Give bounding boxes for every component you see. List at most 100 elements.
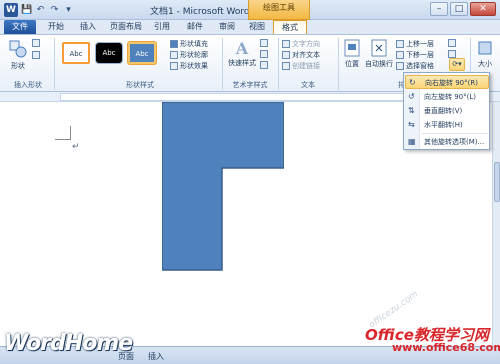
position-label: 位置 (345, 60, 359, 68)
rotate-left-icon: ↺ (408, 92, 415, 101)
shape-fill-button[interactable]: 形状填充 (170, 39, 208, 49)
size-label: 大小 (478, 60, 492, 68)
menu-separator (422, 133, 488, 134)
window-title: 文档1 - Microsoft Word (150, 7, 250, 17)
wordart-a-icon: A (235, 39, 249, 58)
l-shape-path[interactable] (162, 102, 284, 271)
text-fill-icon (260, 39, 268, 47)
menu-item-flip-vertical[interactable]: ⇅ 垂直翻转(V) (405, 104, 489, 118)
ribbon-separator (338, 38, 339, 90)
undo-icon[interactable]: ↶ (35, 5, 46, 16)
ribbon-separator (278, 38, 279, 90)
fill-bucket-icon (170, 40, 178, 48)
edit-shape-button[interactable] (32, 39, 40, 47)
text-outline-button[interactable] (260, 50, 268, 58)
menu-item-rotate-right[interactable]: ↻ 向右旋转 90°(R) (405, 75, 489, 89)
selection-pane-button[interactable]: 选择窗格 (396, 61, 434, 71)
text-outline-icon (260, 50, 268, 58)
create-link-button[interactable]: 创建链接 (282, 61, 320, 71)
menu-item-more-rotation[interactable]: ▦ 其他旋转选项(M)... (405, 135, 489, 149)
tab-home[interactable]: 开始 (42, 20, 70, 34)
effects-icon (170, 62, 178, 70)
quick-styles-button[interactable]: A 快速样式 (226, 39, 258, 68)
rotate-button[interactable]: ⟳▾ (449, 58, 465, 71)
flip-horizontal-icon: ⇆ (408, 120, 415, 129)
quick-access-toolbar: W 💾 ↶ ↷ ▾ (4, 3, 74, 17)
minimize-button[interactable]: – (430, 2, 448, 16)
text-fill-button[interactable] (260, 39, 268, 47)
group-label-insert-shapes: 插入形状 (14, 81, 42, 89)
position-button[interactable]: 位置 (341, 39, 363, 69)
vertical-scrollbar[interactable] (492, 102, 500, 346)
shape-style-1[interactable]: Abc (62, 42, 90, 64)
text-effects-icon (260, 61, 268, 69)
send-backward-icon (396, 51, 404, 59)
align-text-icon (282, 51, 290, 59)
send-backward-button[interactable]: 下移一层 (396, 50, 434, 60)
maximize-button[interactable]: □ (450, 2, 468, 16)
tab-page-layout[interactable]: 页面布局 (106, 20, 146, 34)
edit-shape-icon (32, 39, 40, 47)
position-icon (344, 39, 360, 57)
close-button[interactable]: ✕ (470, 2, 496, 16)
shapes-icon (9, 40, 27, 58)
more-rotation-icon: ▦ (408, 137, 416, 146)
tab-view[interactable]: 视图 (244, 20, 270, 34)
tab-insert[interactable]: 插入 (74, 20, 102, 34)
redo-icon[interactable]: ↷ (49, 5, 60, 16)
text-direction-icon (282, 40, 290, 48)
rotate-icon: ⟳▾ (452, 60, 462, 68)
wordhome-watermark: WordHome (4, 331, 133, 356)
menu-item-rotate-left[interactable]: ↺ 向左旋转 90°(L) (405, 90, 489, 104)
group-icon (448, 50, 456, 58)
tab-references[interactable]: 引用 (150, 20, 174, 34)
bring-forward-icon (396, 40, 404, 48)
flip-vertical-icon: ⇅ (408, 106, 415, 115)
shapes-label: 形状 (11, 62, 25, 70)
shape-style-3[interactable]: Abc (128, 42, 156, 64)
tab-mailings[interactable]: 邮件 (182, 20, 208, 34)
wrap-text-label: 自动换行 (365, 60, 393, 68)
drawing-tools-context-header: 绘图工具 (248, 0, 310, 20)
pen-icon (170, 51, 178, 59)
status-insert-mode[interactable]: 插入 (148, 351, 164, 362)
l-shape[interactable] (162, 102, 284, 364)
menu-item-flip-horizontal[interactable]: ⇆ 水平翻转(H) (405, 118, 489, 132)
tab-review[interactable]: 审阅 (214, 20, 240, 34)
shapes-button[interactable]: 形状 (6, 39, 30, 71)
save-icon[interactable]: 💾 (21, 5, 32, 16)
shape-style-2[interactable]: Abc (95, 42, 123, 64)
align-icon (448, 39, 456, 47)
ribbon-separator (54, 38, 55, 90)
align-text-button[interactable]: 对齐文本 (282, 50, 320, 60)
size-icon (478, 41, 492, 55)
link-icon (282, 62, 290, 70)
text-direction-button[interactable]: 文字方向 (282, 39, 320, 49)
ribbon-tabs: 文件 开始 插入 页面布局 引用 邮件 审阅 视图 格式 (0, 20, 500, 35)
rotate-dropdown-menu: ↻ 向右旋转 90°(R) ↺ 向左旋转 90°(L) ⇅ 垂直翻转(V) ⇆ … (403, 72, 490, 150)
shape-outline-button[interactable]: 形状轮廓 (170, 50, 208, 60)
draw-textbox-button[interactable] (32, 51, 40, 59)
page-corner-mark (55, 126, 71, 140)
scrollbar-thumb[interactable] (494, 162, 500, 202)
textbox-icon (32, 51, 40, 59)
customize-qat-icon[interactable]: ▾ (63, 5, 74, 16)
wrap-text-icon (371, 39, 387, 57)
group-label-wordart-styles: 艺术字样式 (232, 81, 268, 89)
group-button[interactable] (448, 50, 456, 58)
title-bar: W 💾 ↶ ↷ ▾ 文档1 - Microsoft Word 绘图工具 – □ … (0, 0, 500, 20)
group-label-shape-styles: 形状样式 (126, 81, 154, 89)
rotate-right-icon: ↻ (409, 78, 416, 87)
size-button[interactable]: 大小 (474, 39, 496, 69)
selection-pane-icon (396, 62, 404, 70)
align-button[interactable] (448, 39, 456, 47)
site-url-watermark: www.office68.com (392, 341, 500, 354)
paragraph-mark: ↵ (72, 142, 80, 152)
text-effects-button[interactable] (260, 61, 268, 69)
shape-effects-button[interactable]: 形状效果 (170, 61, 208, 71)
word-app-icon[interactable]: W (4, 3, 18, 17)
wrap-text-button[interactable]: 自动换行 (364, 39, 394, 69)
tab-file[interactable]: 文件 (4, 20, 36, 34)
bring-forward-button[interactable]: 上移一层 (396, 39, 434, 49)
tab-format[interactable]: 格式 (273, 20, 307, 35)
